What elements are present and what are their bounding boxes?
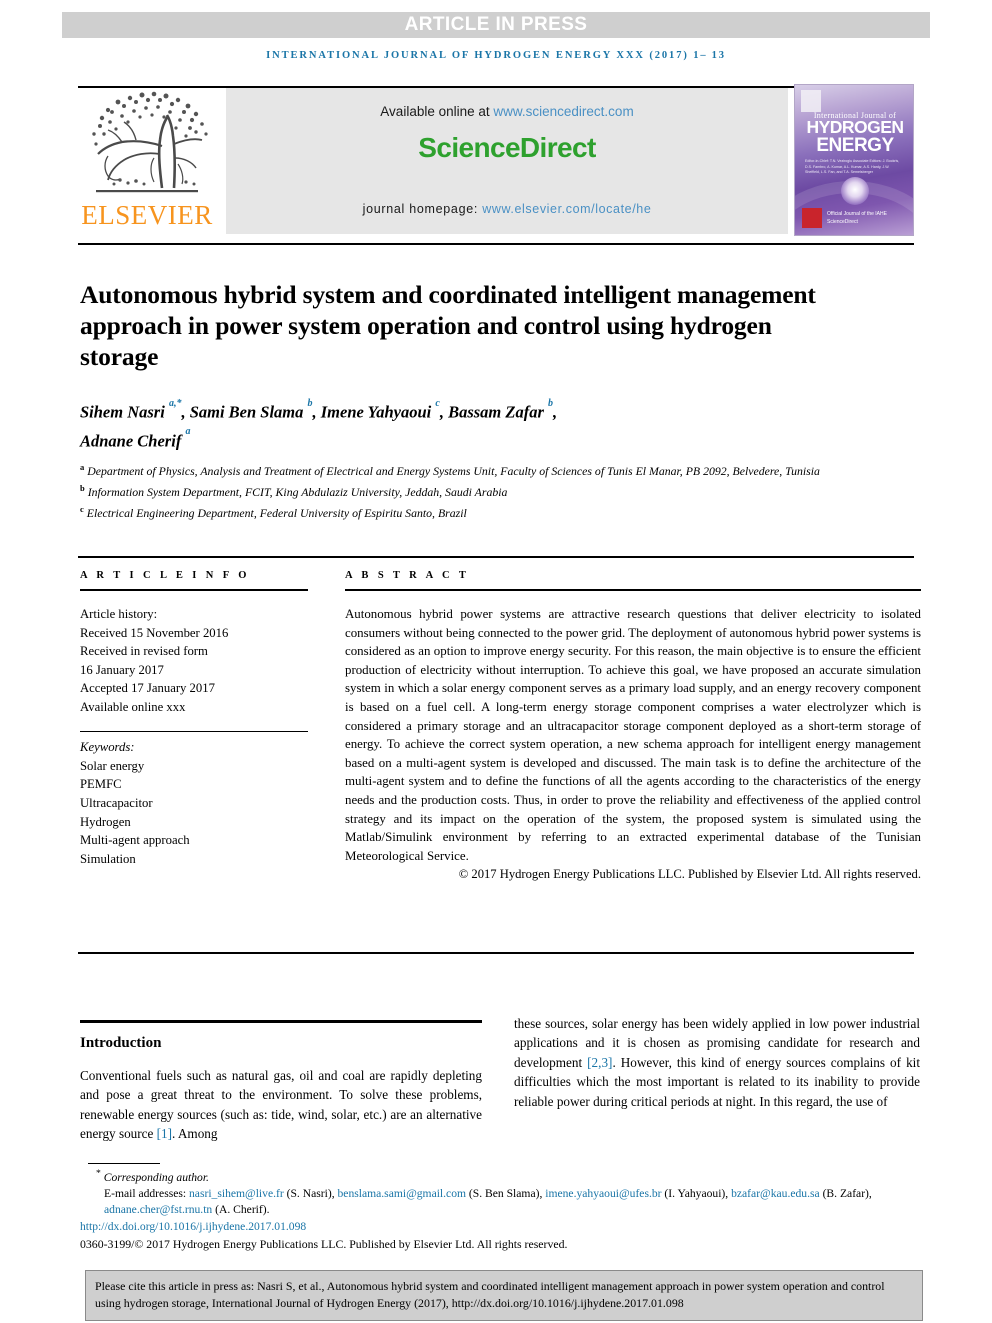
available-online-prefix: Available online at bbox=[380, 104, 494, 119]
affiliation-item: a Department of Physics, Analysis and Tr… bbox=[80, 459, 880, 480]
article-history-item: Received in revised form bbox=[80, 644, 208, 659]
affiliation-text: Electrical Engineering Department, Feder… bbox=[86, 506, 467, 521]
keywords-block: Keywords: Solar energy PEMFC Ultracapaci… bbox=[80, 738, 308, 868]
keywords-divider-rule bbox=[80, 730, 308, 733]
cover-publisher-mark bbox=[801, 90, 821, 112]
affiliation-item: b Information System Department, FCIT, K… bbox=[80, 480, 880, 501]
body-column-right: these sources, solar energy has been wid… bbox=[514, 1014, 920, 1111]
article-in-press-banner: ARTICLE IN PRESS bbox=[62, 12, 930, 38]
affiliation-marker: c bbox=[80, 504, 84, 515]
email-addresses-label: E-mail addresses: bbox=[104, 1187, 189, 1201]
article-page: ARTICLE IN PRESS INTERNATIONAL JOURNAL O… bbox=[0, 0, 992, 1323]
article-info-underline bbox=[80, 589, 308, 591]
footnote-block: * Corresponding author. E-mail addresses… bbox=[80, 1166, 930, 1253]
doi-link[interactable]: http://dx.doi.org/10.1016/j.ijhydene.201… bbox=[80, 1219, 930, 1234]
keyword-item: Simulation bbox=[80, 851, 136, 866]
cover-footer-line-1: Official Journal of the IAHE bbox=[827, 211, 887, 217]
abstract-heading: A B S T R A C T bbox=[345, 570, 470, 581]
keyword-item: Multi-agent approach bbox=[80, 833, 190, 848]
article-history-item: Received 15 November 2016 bbox=[80, 625, 229, 640]
author-line-2: Adnane Cherif a bbox=[80, 426, 191, 450]
journal-homepage-link[interactable]: www.elsevier.com/locate/he bbox=[482, 202, 651, 216]
article-history-block: Article history: Received 15 November 20… bbox=[80, 605, 308, 717]
abstract-text: Autonomous hybrid power systems are attr… bbox=[345, 607, 921, 863]
available-online-line: Available online at www.sciencedirect.co… bbox=[226, 104, 788, 119]
email-owner-cherif: (A. Cherif). bbox=[212, 1202, 270, 1216]
cite-this-article-box: Please cite this article in press as: Na… bbox=[85, 1270, 923, 1321]
corresponding-author-text: Corresponding author. bbox=[103, 1170, 209, 1184]
elsevier-tree-icon bbox=[78, 84, 214, 204]
email-link-cherif[interactable]: adnane.cher@fst.rnu.tn bbox=[104, 1203, 212, 1216]
asterisk-marker: * bbox=[96, 1168, 101, 1179]
keyword-item: Solar energy bbox=[80, 758, 145, 773]
elsevier-logo: ELSEVIER bbox=[78, 84, 214, 238]
journal-masthead: ELSEVIER Available online at www.science… bbox=[78, 84, 914, 238]
body-column-left: Introduction Conventional fuels such as … bbox=[80, 1020, 482, 1144]
abstract-copyright: © 2017 Hydrogen Energy Publications LLC.… bbox=[458, 867, 921, 882]
section-heading-introduction: Introduction bbox=[80, 1035, 162, 1051]
email-addresses-line: E-mail addresses: nasri_sihem@live.fr (S… bbox=[80, 1186, 930, 1217]
keyword-item: Ultracapacitor bbox=[80, 795, 153, 810]
affiliation-text: Department of Physics, Analysis and Trea… bbox=[87, 463, 820, 478]
cover-iahe-mark bbox=[802, 208, 822, 228]
sciencedirect-panel: Available online at www.sciencedirect.co… bbox=[226, 88, 788, 234]
abstract-underline bbox=[345, 589, 921, 591]
intro-paragraph-left: Conventional fuels such as natural gas, … bbox=[80, 1066, 482, 1144]
masthead-bottom-rule bbox=[78, 243, 914, 245]
intro-heading-rule bbox=[80, 1020, 482, 1023]
author-line-1: Sihem Nasri a,*, Sami Ben Slama b, Imene… bbox=[80, 397, 558, 422]
cover-footer-line-2: ScienceDirect bbox=[827, 218, 858, 225]
cover-footer-text: Official Journal of the IAHE ScienceDire… bbox=[827, 211, 887, 226]
citation-ref-2-3[interactable]: [2,3] bbox=[587, 1055, 612, 1070]
article-history-item: 16 January 2017 bbox=[80, 662, 164, 677]
article-history-item: Available online xxx bbox=[80, 699, 186, 714]
author-list: Sihem Nasri a,*, Sami Ben Slama b, Imene… bbox=[80, 396, 880, 453]
journal-homepage-line: journal homepage: www.elsevier.com/locat… bbox=[226, 202, 788, 216]
corresponding-author-note: * Corresponding author. bbox=[80, 1166, 930, 1185]
sciencedirect-wordmark: ScienceDirect bbox=[418, 132, 596, 163]
keyword-item: Hydrogen bbox=[80, 814, 131, 829]
sciencedirect-url-link[interactable]: www.sciencedirect.com bbox=[493, 104, 633, 119]
email-link-benslama[interactable]: benslama.sami@gmail.com bbox=[338, 1187, 467, 1200]
article-in-press-label: ARTICLE IN PRESS bbox=[404, 14, 588, 35]
keyword-item: PEMFC bbox=[80, 777, 122, 792]
intro-left-text-post: . Among bbox=[172, 1126, 218, 1142]
page-title: Autonomous hybrid system and coordinated… bbox=[80, 280, 816, 372]
cover-line-3: ENERGY bbox=[816, 135, 894, 156]
issn-copyright-line: 0360-3199/© 2017 Hydrogen Energy Publica… bbox=[80, 1237, 568, 1252]
email-link-zafar[interactable]: bzafar@kau.edu.sa bbox=[731, 1187, 820, 1200]
journal-homepage-label: journal homepage: bbox=[362, 202, 483, 216]
affiliation-text: Information System Department, FCIT, Kin… bbox=[87, 485, 508, 500]
affiliation-marker: a bbox=[80, 462, 85, 472]
info-block-bottom-rule bbox=[78, 952, 914, 954]
affiliation-marker: b bbox=[80, 483, 85, 494]
email-owner-nasri: (S. Nasri), bbox=[283, 1187, 338, 1201]
article-history-item: Accepted 17 January 2017 bbox=[80, 681, 215, 696]
email-link-nasri[interactable]: nasri_sihem@live.fr bbox=[189, 1187, 284, 1200]
cover-editors-text: Editor-in-Chief: T.N. Veziroglu Associat… bbox=[805, 159, 900, 175]
keywords-label: Keywords: bbox=[80, 740, 135, 755]
cover-orb-graphic bbox=[841, 177, 869, 205]
article-info-column: A R T I C L E I N F O Article history: R… bbox=[80, 570, 308, 868]
journal-cover-thumbnail: International Journal of HYDROGEN ENERGY… bbox=[794, 84, 914, 236]
abstract-column: A B S T R A C T Autonomous hybrid power … bbox=[345, 570, 921, 882]
affiliation-list: a Department of Physics, Analysis and Tr… bbox=[80, 459, 880, 522]
footnote-rule bbox=[88, 1163, 160, 1165]
running-head: INTERNATIONAL JOURNAL OF HYDROGEN ENERGY… bbox=[266, 50, 726, 61]
email-owner-benslama: (S. Ben Slama), bbox=[466, 1187, 546, 1201]
email-owner-zafar: (B. Zafar), bbox=[819, 1187, 872, 1201]
intro-paragraph-right: these sources, solar energy has been wid… bbox=[514, 1014, 920, 1111]
info-block-top-rule bbox=[78, 556, 914, 558]
article-info-heading: A R T I C L E I N F O bbox=[80, 570, 250, 581]
email-link-yahyaoui[interactable]: imene.yahyaoui@ufes.br bbox=[545, 1187, 661, 1200]
affiliation-item: c Electrical Engineering Department, Fed… bbox=[80, 501, 880, 522]
article-history-label: Article history: bbox=[80, 607, 158, 621]
citation-ref-1[interactable]: [1] bbox=[157, 1126, 172, 1141]
email-owner-yahyaoui: (I. Yahyaoui), bbox=[661, 1187, 732, 1201]
cite-this-article-text: Please cite this article in press as: Na… bbox=[95, 1279, 885, 1310]
elsevier-wordmark: ELSEVIER bbox=[81, 200, 213, 230]
intro-left-text-pre: Conventional fuels such as natural gas, … bbox=[80, 1068, 482, 1142]
